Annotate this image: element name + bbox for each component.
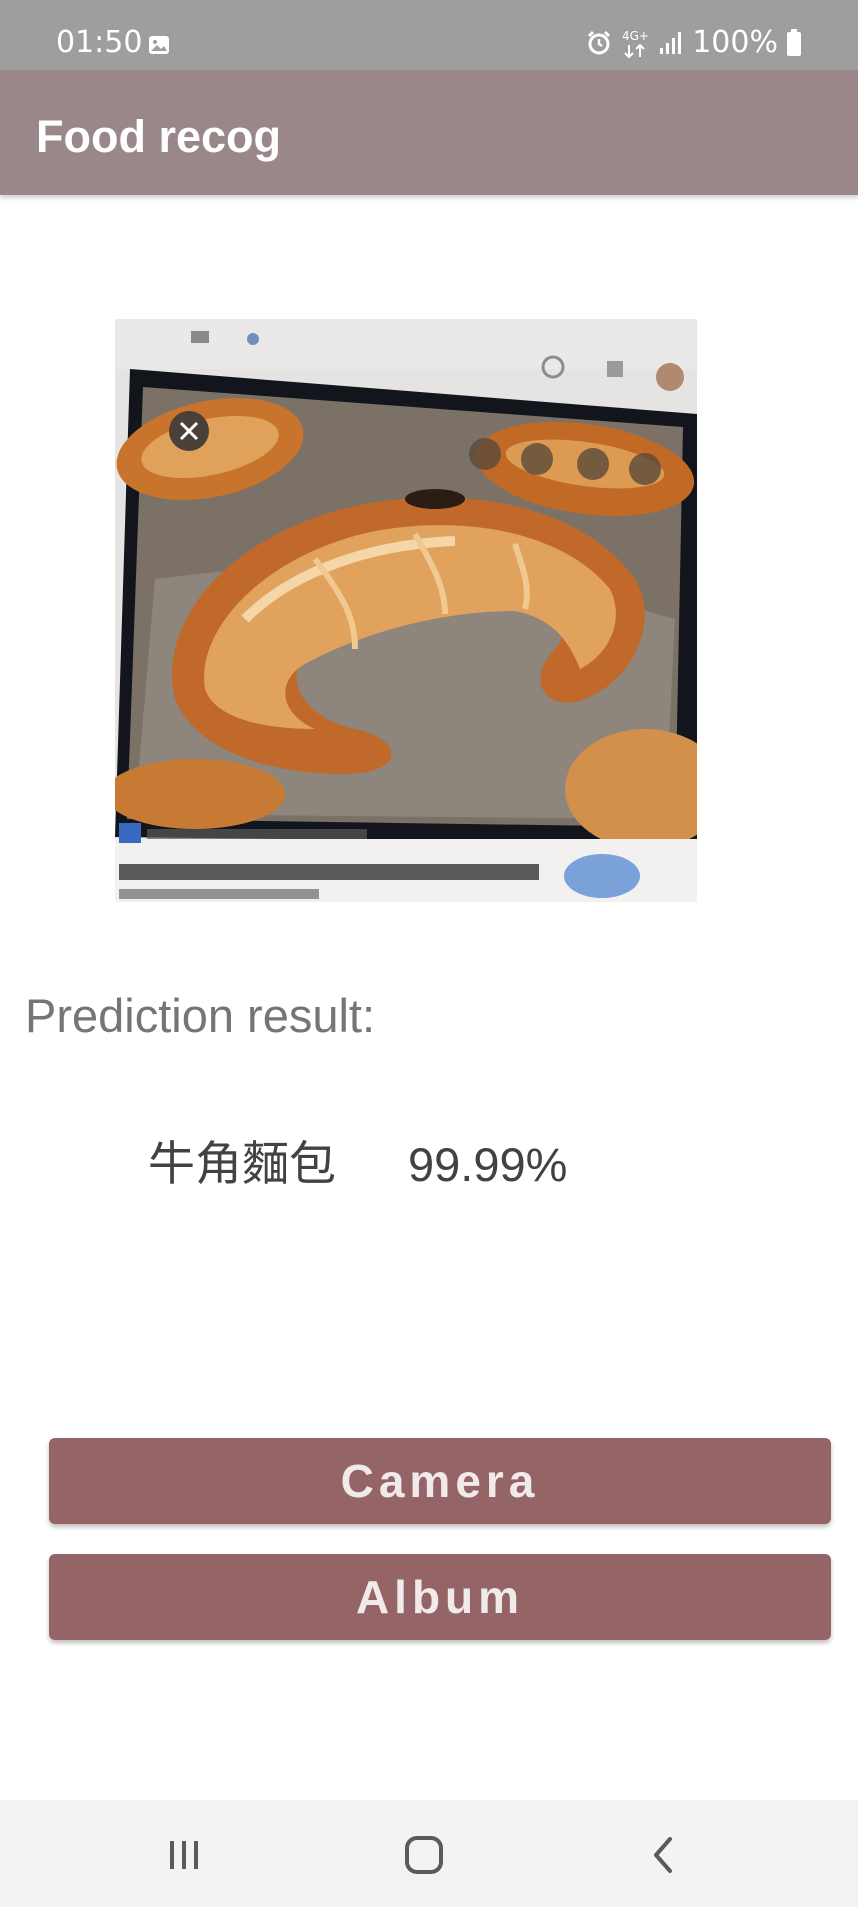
prediction-score: 99.99% [408,1138,568,1191]
app-title: Food recog [36,111,281,162]
back-icon [654,1837,672,1873]
signal-icon [660,32,682,54]
status-icons: 4G+ 100% [586,26,802,60]
camera-button[interactable]: Camera [49,1438,831,1524]
home-button[interactable] [394,1830,454,1880]
navigation-bar [0,1800,858,1907]
status-bar: 01:50 4G+ 100% [0,0,858,70]
back-button[interactable] [634,1830,694,1880]
album-button[interactable]: Album [49,1554,831,1640]
home-icon [405,1836,443,1874]
croissant-photo [115,319,697,902]
battery-icon [787,29,801,56]
recent-apps-button[interactable] [154,1830,214,1880]
recent-apps-icon [170,1841,198,1869]
croissant-photo-image [115,319,697,902]
status-time: 01:50 [56,25,143,60]
prediction-label: Prediction result: [25,989,376,1042]
network-icon: 4G+ [622,29,649,59]
alarm-icon [588,30,611,55]
battery-percentage: 100% [692,25,778,60]
network-label: 4G+ [622,29,649,43]
gallery-icon [149,36,169,54]
app-bar: Food recog [0,70,858,195]
prediction-name: 牛角麵包 [148,1137,336,1192]
